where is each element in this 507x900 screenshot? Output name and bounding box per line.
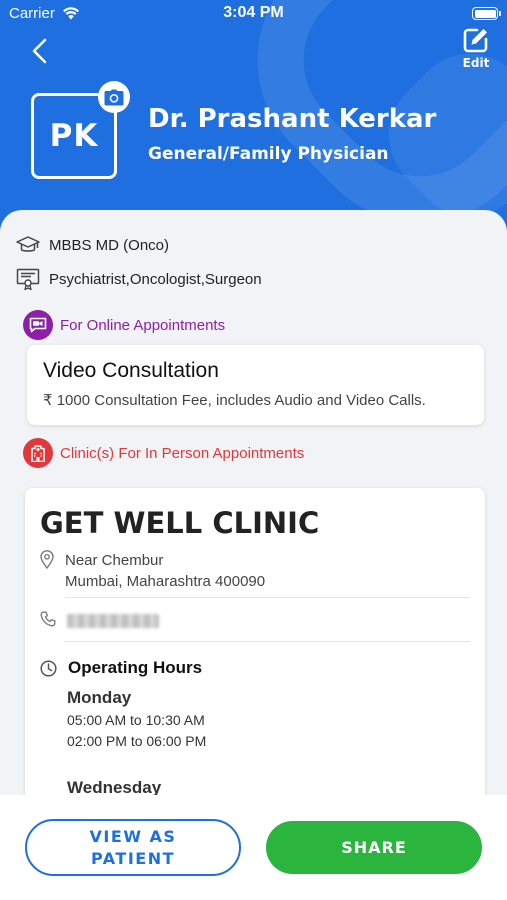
profile-content: MBBS MD (Onco) Psychiatrist,Oncologist,S…	[0, 210, 507, 818]
consultation-fee: ₹ 1000 Consultation Fee, includes Audio …	[43, 392, 426, 409]
video-chat-icon	[23, 310, 53, 340]
camera-icon	[104, 89, 124, 105]
certificate-icon	[16, 268, 40, 290]
hours-slot: 02:00 PM to 06:00 PM	[67, 733, 207, 749]
divider	[65, 641, 470, 642]
clinic-phone-row[interactable]	[40, 611, 159, 628]
clinic-address-line1: Near Chembur	[65, 552, 164, 569]
clinic-address-line2: Mumbai, Maharashtra 400090	[65, 573, 266, 590]
hours-slot: 05:00 AM to 10:30 AM	[67, 712, 205, 728]
clinic-name: GET WELL CLINIC	[40, 506, 320, 540]
phone-icon	[40, 611, 56, 627]
view-as-patient-label: VIEW AS PATIENT	[89, 826, 177, 868]
profile-header: Carrier 3:04 PM Edit PK Dr. Prashant Ker…	[0, 0, 507, 230]
doctor-name: Dr. Prashant Kerkar	[148, 104, 437, 134]
chevron-left-icon	[32, 38, 47, 64]
battery-icon	[472, 7, 501, 20]
divider	[65, 597, 470, 598]
status-bar: Carrier 3:04 PM	[0, 0, 507, 28]
hospital-icon	[23, 438, 53, 468]
qualification-text: MBBS MD (Onco)	[49, 236, 170, 254]
operating-hours-header: Operating Hours	[40, 658, 202, 678]
video-consultation-card[interactable]: Video Consultation ₹ 1000 Consultation F…	[27, 345, 484, 425]
edit-label: Edit	[462, 56, 490, 70]
clinic-address-row: Near Chembur Mumbai, Maharashtra 400090	[40, 550, 265, 592]
clock-icon	[40, 659, 57, 677]
share-button[interactable]: SHARE	[266, 821, 482, 874]
location-pin-icon	[40, 550, 54, 569]
specializations-text: Psychiatrist,Oncologist,Surgeon	[49, 270, 262, 288]
clinic-card[interactable]: GET WELL CLINIC Near Chembur Mumbai, Mah…	[25, 488, 485, 818]
edit-button[interactable]: Edit	[455, 26, 497, 74]
back-button[interactable]	[26, 36, 54, 66]
clock-time: 3:04 PM	[223, 4, 284, 21]
hours-day-monday: Monday	[67, 688, 132, 707]
view-as-patient-button[interactable]: VIEW AS PATIENT	[25, 819, 241, 876]
operating-hours-title: Operating Hours	[68, 658, 203, 677]
specializations-row: Psychiatrist,Oncologist,Surgeon	[16, 268, 262, 290]
qualification-row: MBBS MD (Onco)	[16, 234, 169, 256]
doctor-specialty: General/Family Physician	[148, 144, 389, 164]
clinic-section-header: Clinic(s) For In Person Appointments	[23, 438, 304, 468]
change-photo-button[interactable]	[98, 81, 130, 113]
video-consultation-title: Video Consultation	[43, 359, 219, 382]
online-section-header: For Online Appointments	[23, 310, 225, 340]
share-label: SHARE	[341, 838, 407, 857]
bottom-action-bar: VIEW AS PATIENT SHARE	[0, 795, 507, 900]
clinic-phone-number	[67, 614, 159, 628]
online-section-title: For Online Appointments	[60, 316, 226, 334]
edit-square-icon	[463, 28, 488, 53]
clinic-section-title: Clinic(s) For In Person Appointments	[60, 444, 305, 462]
graduation-cap-icon	[16, 236, 40, 252]
